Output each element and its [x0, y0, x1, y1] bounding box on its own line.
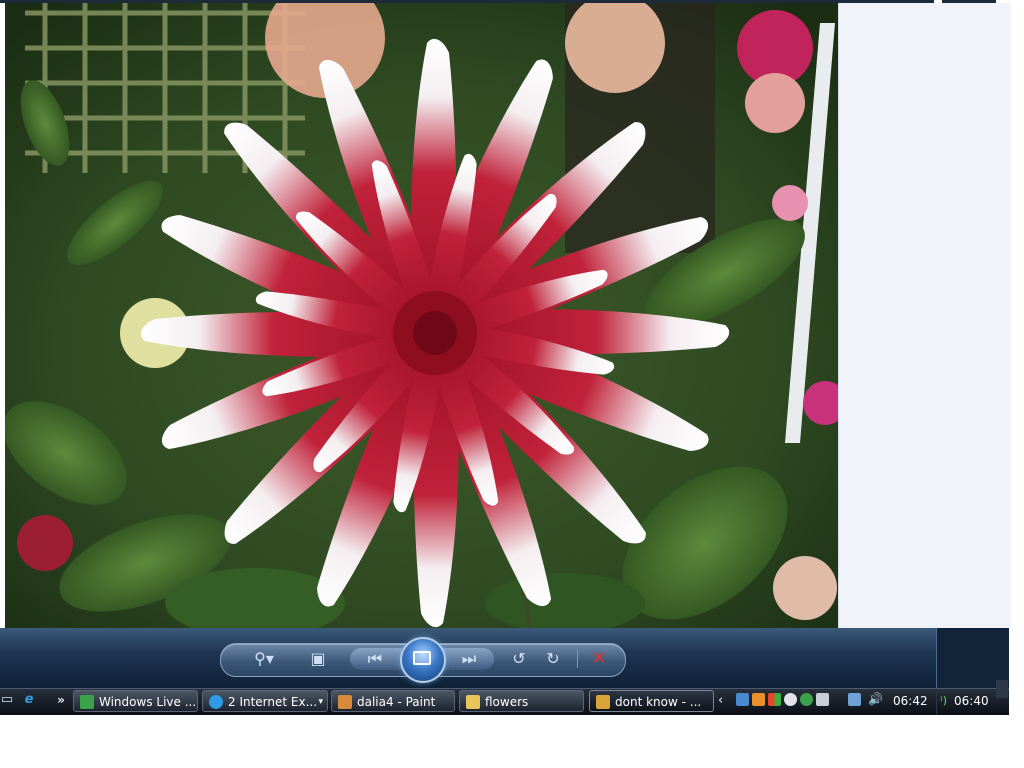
- taskbar-button-photo-gallery[interactable]: dont know - ...: [589, 690, 714, 712]
- slideshow-icon: [413, 651, 431, 665]
- photo-gallery-icon: [596, 695, 610, 709]
- folder-icon: [466, 695, 480, 709]
- slideshow-button[interactable]: [400, 637, 446, 683]
- quick-launch-ie-button[interactable]: e: [20, 691, 38, 709]
- messenger-status-tray-icon[interactable]: [784, 693, 797, 706]
- rotate-counterclockwise-button[interactable]: ↺: [506, 647, 532, 671]
- volume-tray-icon[interactable]: 🔊: [868, 693, 883, 706]
- previous-button[interactable]: ⏮: [362, 647, 388, 671]
- zoom-button[interactable]: ⚲▾: [246, 647, 282, 671]
- task-label: dalia4 - Paint: [357, 695, 436, 709]
- rotate-counterclockwise-icon: ↺: [512, 649, 526, 668]
- paint-icon: [338, 695, 352, 709]
- viewer-background-pane: [838, 3, 1011, 628]
- actual-size-icon: ▣: [310, 649, 326, 668]
- toolbar-divider: [577, 650, 578, 668]
- taskbar-button-paint[interactable]: dalia4 - Paint: [331, 690, 455, 712]
- next-icon: ⏭: [461, 649, 477, 668]
- double-chevron-icon: »: [57, 693, 65, 707]
- system-clock[interactable]: 06:42: [893, 692, 928, 710]
- show-desktop-button[interactable]: ▭: [0, 691, 14, 709]
- taskbar-edge-handle: [996, 680, 1008, 698]
- quick-launch-overflow-button[interactable]: »: [52, 691, 70, 709]
- photo-display: [5, 3, 838, 628]
- task-label: 2 Internet Ex...: [228, 695, 318, 709]
- task-label: flowers: [485, 695, 529, 709]
- next-button[interactable]: ⏭: [456, 647, 482, 671]
- photo-viewer-area: [0, 0, 1024, 628]
- messenger-buddy-tray-icon[interactable]: [800, 693, 813, 706]
- show-desktop-icon: ▭: [0, 692, 14, 707]
- delete-icon: ✕: [591, 648, 607, 669]
- wireless-signal-icon[interactable]: ⁾): [940, 693, 947, 709]
- network-tray-icon[interactable]: [736, 693, 749, 706]
- security-tray-icon[interactable]: [816, 693, 829, 706]
- windows-flag-tray-icon[interactable]: [768, 693, 781, 706]
- network-connection-tray-icon[interactable]: [848, 693, 861, 706]
- messenger-icon: [80, 695, 94, 709]
- group-dropdown-icon: ▾: [318, 697, 323, 707]
- task-label: Windows Live ...: [99, 695, 197, 709]
- taskbar-button-internet-explorer[interactable]: 2 Internet Ex... ▾: [202, 690, 328, 712]
- task-label: dont know - ...: [615, 695, 702, 709]
- rotate-clockwise-button[interactable]: ↻: [540, 647, 566, 671]
- tray-expand-button[interactable]: ‹: [718, 692, 723, 710]
- taskbar-button-windows-live[interactable]: Windows Live ...: [73, 690, 198, 712]
- magnifier-zoom-icon: ⚲▾: [254, 649, 274, 668]
- secondary-system-clock[interactable]: 06:40: [954, 692, 989, 710]
- java-tray-icon[interactable]: [752, 693, 765, 706]
- internet-explorer-icon: [209, 695, 223, 709]
- chevron-left-icon: ‹: [718, 693, 724, 708]
- actual-size-button[interactable]: ▣: [305, 647, 331, 671]
- taskbar-button-flowers-folder[interactable]: flowers: [459, 690, 584, 712]
- previous-icon: ⏮: [367, 649, 383, 668]
- rotate-clockwise-icon: ↻: [546, 649, 560, 668]
- delete-button[interactable]: ✕: [586, 647, 612, 671]
- dahlia-photo: [5, 3, 838, 628]
- internet-explorer-icon: e: [24, 692, 34, 707]
- control-bar-right-panel: [936, 628, 1009, 688]
